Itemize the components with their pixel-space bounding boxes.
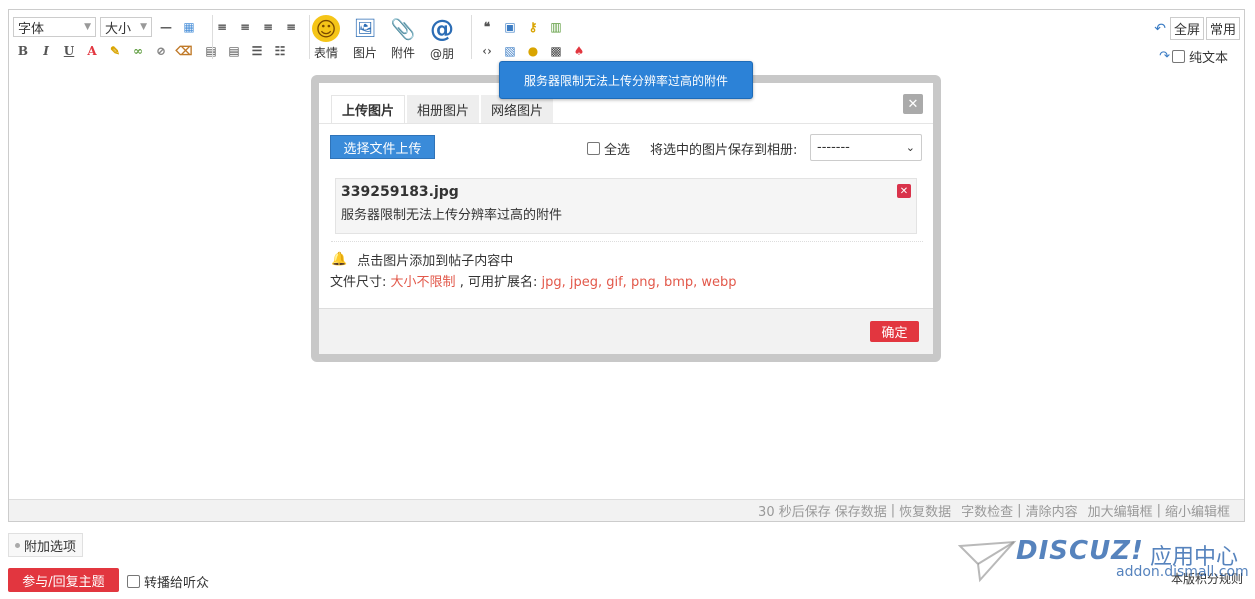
click-hint: 🔔 点击图片添加到帖子内容中 (331, 252, 514, 269)
emoji-button[interactable]: ☺ 表情 (308, 15, 344, 61)
toolbar-row-2: B I U A ✎ ∞ ⊘ ⌫ ▤ ▤ ☰ ☷ (13, 39, 293, 63)
select-all-toggle[interactable]: 全选 (587, 139, 630, 158)
select-file-upload-button[interactable]: 选择文件上传 (330, 135, 435, 159)
key-icon[interactable]: ⚷ (523, 17, 543, 37)
shrink-editor-link[interactable]: 缩小编辑框 (1165, 501, 1230, 520)
plain-text-toggle[interactable]: ↷ 纯文本 (1159, 47, 1228, 66)
restore-data-link[interactable]: 恢复数据 (899, 501, 951, 520)
align-center-icon[interactable]: ≡ (235, 17, 255, 37)
extra-options-toggle[interactable]: 附加选项 (8, 533, 84, 557)
watermark-url: addon.dismall.com (1116, 564, 1249, 580)
unlink-icon[interactable]: ⊘ (151, 41, 171, 61)
fullscreen-button[interactable]: 全屏 (1169, 17, 1204, 40)
attachment-button[interactable]: 📎 附件 (385, 15, 421, 61)
align-justify-icon[interactable]: ≡ (281, 17, 301, 37)
bell-icon: 🔔 (331, 252, 348, 267)
close-icon[interactable]: ✕ (903, 94, 923, 114)
file-list-item: 339259183.jpg 服务器限制无法上传分辨率过高的附件 ✕ (335, 178, 917, 234)
paperclip-icon: 📎 (390, 16, 416, 41)
album-select[interactable]: ------- ⌄ (810, 134, 922, 161)
image-button[interactable]: 🖼 图片 (347, 15, 383, 61)
clear-content-link[interactable]: 清除内容 (1026, 501, 1078, 520)
paper-plane-icon (958, 540, 1017, 583)
editor-statusbar: 30 秒后保存 保存数据 | 恢复数据 字数检查 | 清除内容 加大编辑框 | … (9, 499, 1244, 521)
file-name: 339259183.jpg (341, 184, 459, 200)
word-check-link[interactable]: 字数检查 (961, 501, 1013, 520)
dialog-footer: 确定 (319, 308, 933, 354)
chevron-down-icon: ▼ (84, 22, 91, 32)
link-icon[interactable]: ∞ (128, 41, 148, 61)
delete-file-icon[interactable]: ✕ (897, 184, 911, 198)
save-data-link[interactable]: 保存数据 (835, 501, 887, 520)
align-right-icon[interactable]: ≡ (258, 17, 278, 37)
tab-upload-image[interactable]: 上传图片 (331, 95, 406, 123)
chevron-down-icon: ⌄ (905, 141, 915, 154)
horizontal-rule-icon[interactable]: — (156, 17, 176, 37)
italic-icon[interactable]: I (36, 41, 56, 61)
video-icon[interactable]: ▩ (546, 41, 566, 61)
chevron-down-icon: ▼ (140, 22, 147, 32)
reply-arrow-icon: ↶ (1154, 20, 1166, 37)
code-block-icon[interactable]: ▣ (500, 17, 520, 37)
image-icon: 🖼 (353, 18, 377, 39)
error-tooltip: 服务器限制无法上传分辨率过高的附件 (499, 61, 753, 99)
flash-icon[interactable]: ▥ (546, 17, 566, 37)
file-error-message: 服务器限制无法上传分辨率过高的附件 (341, 208, 563, 223)
font-color-icon[interactable]: A (82, 41, 102, 61)
mention-button[interactable]: @ @朋 (424, 15, 460, 61)
watermark: DISCUZ! 应用中心 addon.dismall.com (958, 536, 1249, 586)
ordered-list-icon[interactable]: ☰ (247, 41, 267, 61)
autosave-status: 30 秒后保存 (758, 505, 831, 520)
quote-icon[interactable]: ❝ (477, 17, 497, 37)
dialog-tabs: 上传图片 相册图片 网络图片 (331, 95, 555, 123)
align-left-icon[interactable]: ≡ (212, 17, 232, 37)
highlight-icon[interactable]: ✎ (105, 41, 125, 61)
tab-album-image[interactable]: 相册图片 (407, 95, 480, 123)
file-limits: 文件尺寸: 大小不限制 , 可用扩展名: jpg, jpeg, gif, png… (330, 275, 737, 290)
plain-text-checkbox[interactable] (1171, 50, 1185, 63)
table-icon[interactable]: ▦ (179, 17, 199, 37)
forward-arrow-icon: ↷ (1159, 49, 1170, 64)
common-button[interactable]: 常用 (1205, 17, 1240, 40)
bold-icon[interactable]: B (13, 41, 33, 61)
dot-icon (15, 542, 20, 548)
forward-checkbox[interactable] (127, 575, 140, 588)
clear-format-icon[interactable]: ⌫ (174, 41, 194, 61)
tab-web-image[interactable]: 网络图片 (481, 95, 554, 123)
enlarge-editor-link[interactable]: 加大编辑框 (1088, 501, 1153, 520)
float-left-icon[interactable]: ▤ (201, 41, 221, 61)
underline-icon[interactable]: U (59, 41, 79, 61)
bg-icon[interactable]: ● (523, 41, 543, 61)
forward-toggle[interactable]: 转播给听众 (127, 572, 209, 591)
editor-toolbar: 字体 ▼ 大小 ▼ — ▦ ≡ ≡ ≡ ≡ B I U A ✎ ∞ ⊘ ⌫ ▤ ▤ … (9, 10, 1244, 66)
reply-button[interactable]: 参与/回复主题 (8, 568, 119, 592)
toolbar-row-1: 字体 ▼ 大小 ▼ — ▦ ≡ ≡ ≡ ≡ (13, 15, 304, 39)
float-right-icon[interactable]: ▤ (224, 41, 244, 61)
select-all-checkbox[interactable] (587, 142, 600, 155)
save-to-album-label: 将选中的图片保存到相册: (650, 143, 798, 158)
smiley-icon: ☺ (312, 15, 340, 42)
unordered-list-icon[interactable]: ☷ (270, 41, 290, 61)
confirm-button[interactable]: 确定 (870, 321, 919, 342)
watermark-logo: DISCUZ! (1016, 536, 1144, 566)
size-select[interactable]: 大小 ▼ (100, 17, 152, 37)
media-icon[interactable]: ▧ (500, 41, 520, 61)
image-upload-dialog: 上传图片 相册图片 网络图片 ✕ 选择文件上传 全选 将选中的图片保存到相册: … (311, 75, 941, 362)
at-icon: @ (430, 15, 454, 43)
code-icon[interactable]: ‹› (477, 41, 497, 61)
font-select[interactable]: 字体 ▼ (13, 17, 96, 37)
qq-icon[interactable]: ♠ (569, 41, 589, 61)
